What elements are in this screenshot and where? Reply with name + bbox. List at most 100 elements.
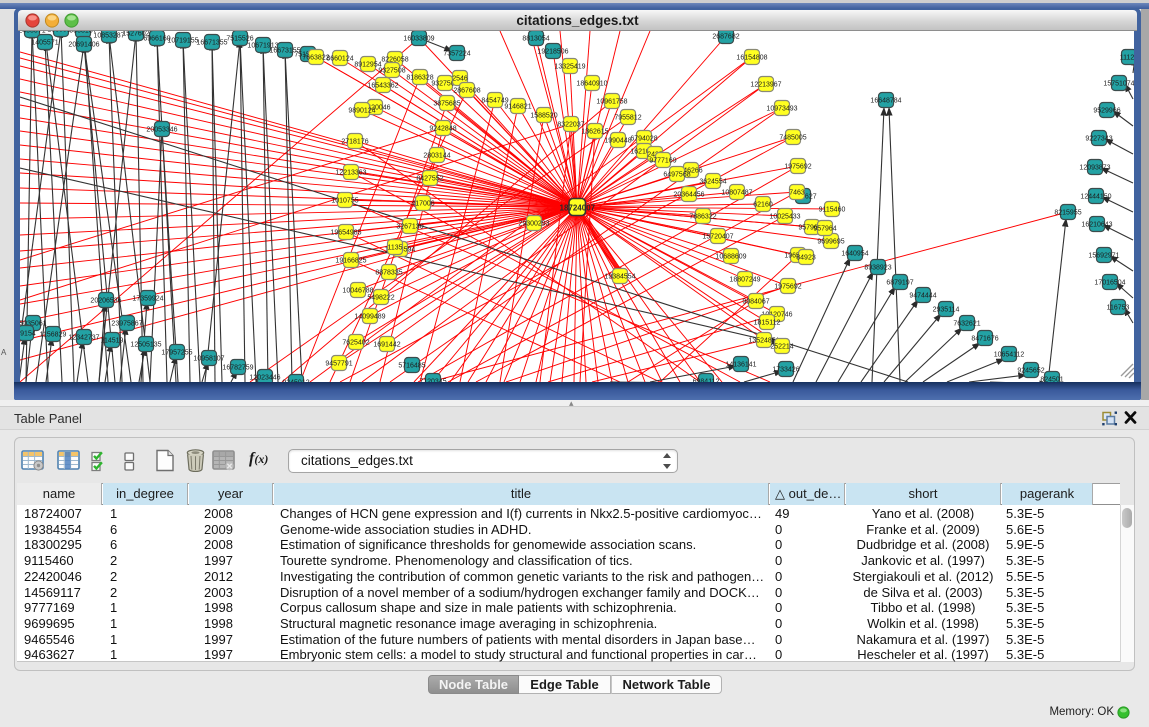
svg-text:9474444: 9474444 [909, 293, 936, 300]
svg-text:2867608: 2867608 [453, 88, 480, 95]
svg-text:10973493: 10973493 [766, 106, 797, 113]
svg-text:9146821: 9146821 [504, 104, 531, 111]
svg-text:17957255: 17957255 [161, 350, 192, 357]
svg-text:12213967: 12213967 [750, 82, 781, 89]
svg-text:19166825: 19166825 [335, 258, 366, 265]
svg-text:9529966: 9529966 [1093, 108, 1120, 115]
svg-text:252214: 252214 [770, 344, 793, 351]
svg-text:1733426: 1733426 [772, 367, 799, 374]
svg-text:20364456: 20364456 [673, 192, 704, 199]
svg-text:2718176: 2718176 [341, 139, 368, 146]
svg-text:6879197: 6879197 [886, 280, 913, 287]
svg-text:6794028: 6794028 [630, 136, 657, 143]
svg-text:8878335: 8878335 [375, 270, 402, 277]
svg-text:16210643: 16210643 [1081, 222, 1112, 229]
svg-text:39154: 39154 [20, 331, 36, 338]
svg-text:20053346: 20053346 [146, 127, 177, 134]
svg-text:18724007: 18724007 [560, 204, 596, 213]
svg-text:12505135: 12505135 [130, 342, 161, 349]
svg-text:8471676: 8471676 [971, 336, 998, 343]
svg-text:7955812: 7955812 [614, 115, 641, 122]
svg-text:116753: 116753 [1107, 305, 1130, 312]
svg-text:3267130: 3267130 [396, 224, 423, 231]
svg-text:7632621: 7632621 [953, 321, 980, 328]
svg-text:10853287: 10853287 [93, 33, 124, 40]
svg-text:12093873: 12093873 [1079, 165, 1110, 172]
svg-text:7485005: 7485005 [779, 135, 806, 142]
svg-text:8660124: 8660124 [326, 56, 353, 63]
svg-text:20691406: 20691406 [68, 42, 99, 49]
svg-text:16648784: 16648784 [870, 98, 901, 105]
svg-text:2546: 2546 [452, 76, 468, 83]
svg-text:9777169: 9777169 [649, 158, 676, 165]
svg-text:2935114: 2935114 [933, 307, 960, 314]
svg-text:9890124: 9890124 [348, 108, 375, 115]
svg-text:2803144: 2803144 [423, 153, 450, 160]
svg-text:1975692: 1975692 [774, 284, 801, 291]
svg-text:6497568: 6497568 [663, 172, 690, 179]
svg-text:16543362: 16543362 [367, 83, 398, 90]
svg-text:10961758: 10961758 [596, 99, 627, 106]
svg-text:20206536: 20206536 [90, 298, 121, 305]
svg-text:18807249: 18807249 [729, 277, 760, 284]
svg-text:10688609: 10688609 [715, 254, 746, 261]
svg-text:10046788: 10046788 [342, 288, 373, 295]
svg-text:23975867: 23975867 [111, 321, 142, 328]
svg-text:7515526: 7515526 [226, 36, 253, 43]
svg-text:8186328: 8186328 [406, 75, 433, 82]
svg-text:3875685: 3875685 [433, 101, 460, 108]
svg-text:1691442: 1691442 [373, 342, 400, 349]
svg-text:5716485: 5716485 [398, 363, 425, 370]
svg-text:9227343: 9227343 [1085, 136, 1112, 143]
svg-text:15720407: 15720407 [702, 234, 733, 241]
svg-text:114519: 114519 [101, 338, 124, 345]
svg-text:17016504: 17016504 [1094, 280, 1125, 287]
svg-text:17359924: 17359924 [132, 296, 163, 303]
svg-text:12213363: 12213363 [335, 170, 366, 177]
svg-text:18640910: 18640910 [576, 81, 607, 88]
svg-text:1588520: 1588520 [530, 113, 557, 120]
svg-text:1010755: 1010755 [331, 198, 358, 205]
svg-text:1640954: 1640954 [841, 251, 868, 258]
svg-text:29300293: 29300293 [518, 221, 549, 228]
svg-text:957964: 957964 [813, 226, 836, 233]
svg-text:1815112: 1815112 [754, 320, 781, 327]
svg-text:9699695: 9699695 [817, 239, 844, 246]
svg-text:19384554: 19384554 [604, 274, 635, 281]
svg-text:8427552: 8427552 [416, 176, 443, 183]
svg-text:15751074: 15751074 [1103, 81, 1134, 88]
svg-text:1135: 1135 [387, 245, 402, 252]
svg-text:14099489: 14099489 [354, 314, 385, 321]
svg-text:10807487: 10807487 [721, 190, 752, 197]
svg-text:10654112: 10654112 [994, 352, 1025, 359]
svg-text:7625402: 7625402 [342, 340, 369, 347]
svg-text:16782759: 16782759 [222, 365, 253, 372]
svg-text:16154808: 16154808 [736, 55, 767, 62]
svg-text:8215955: 8215955 [1054, 210, 1081, 217]
svg-text:1990448: 1990448 [604, 138, 631, 145]
svg-text:8938923: 8938923 [864, 265, 891, 272]
svg-text:1156829: 1156829 [40, 332, 67, 339]
svg-text:13325419: 13325419 [554, 64, 585, 71]
svg-text:84923: 84923 [796, 255, 816, 262]
svg-text:9327508: 9327508 [378, 68, 405, 75]
svg-text:11123: 11123 [1120, 55, 1134, 62]
svg-text:9115460: 9115460 [819, 207, 846, 214]
svg-text:417006: 417006 [411, 201, 434, 208]
svg-text:1975692: 1975692 [784, 164, 811, 171]
svg-text:2687682: 2687682 [712, 34, 739, 41]
svg-text:8813054: 8813054 [522, 36, 549, 43]
svg-text:9245652: 9245652 [1017, 368, 1044, 375]
svg-text:16033809: 16033809 [403, 36, 434, 43]
svg-text:5498222: 5498222 [367, 295, 394, 302]
svg-text:62160: 62160 [753, 202, 773, 209]
svg-text:1405571: 1405571 [31, 40, 58, 47]
svg-text:1362615: 1362615 [581, 129, 608, 136]
svg-text:12342737: 12342737 [68, 335, 99, 342]
svg-text:9457791: 9457791 [325, 361, 352, 368]
svg-text:16671355: 16671355 [196, 40, 227, 47]
svg-text:7886322: 7886322 [689, 214, 716, 221]
svg-text:10719155: 10719155 [167, 38, 198, 45]
svg-text:9242848: 9242848 [429, 126, 456, 133]
svg-text:7357224: 7357224 [443, 51, 470, 58]
